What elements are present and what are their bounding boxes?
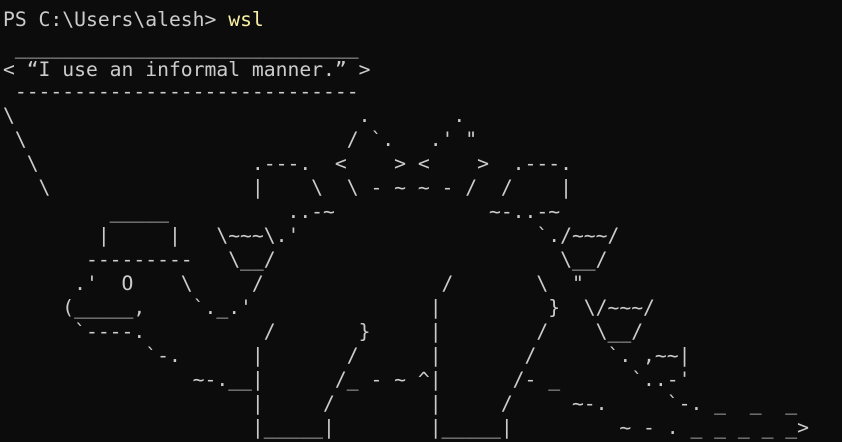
output-line: (_____, `._.' | } \/~~~/ xyxy=(3,296,655,319)
prompt-text: PS C:\Users\alesh> xyxy=(3,8,229,31)
output-line: `----. / } | / \__/ xyxy=(3,320,644,343)
output-line: \ . . xyxy=(3,104,466,127)
command-text: wsl xyxy=(228,8,264,31)
output-line: `-. | / | / `. ,~~| xyxy=(3,344,691,367)
output-line: \ | \ \ - ~ ~ - / / | xyxy=(3,176,572,199)
output-line: < “I use an informal manner.” > xyxy=(3,58,371,81)
output-line: _____________________________ xyxy=(3,36,359,59)
terminal-window[interactable]: PS C:\Users\alesh> wsl _________________… xyxy=(0,0,842,442)
output-line: | | \~~~\.' `./~~~/ xyxy=(3,224,620,247)
output-line: _____ ..-~ ~-..-~ xyxy=(3,200,561,223)
output-line: |_____| |_____| ~ - . _ _ _ _ _> xyxy=(3,416,809,439)
output-line: --------- \__/ \__/ xyxy=(3,248,608,271)
output-line: .' O \ / / \ " xyxy=(3,272,584,295)
output-line: \ / `. .' " xyxy=(3,128,478,151)
output-line: ----------------------------- xyxy=(3,80,359,103)
output-line: ~-.__| /_ - ~ ^| /- _ `..-' xyxy=(3,368,691,391)
output-line: \ .---. < > < > .---. xyxy=(3,152,572,175)
output-line: | / | / ~-. `-. _ _ _ xyxy=(3,392,798,415)
prompt-line: PS C:\Users\alesh> wsl xyxy=(3,8,264,32)
